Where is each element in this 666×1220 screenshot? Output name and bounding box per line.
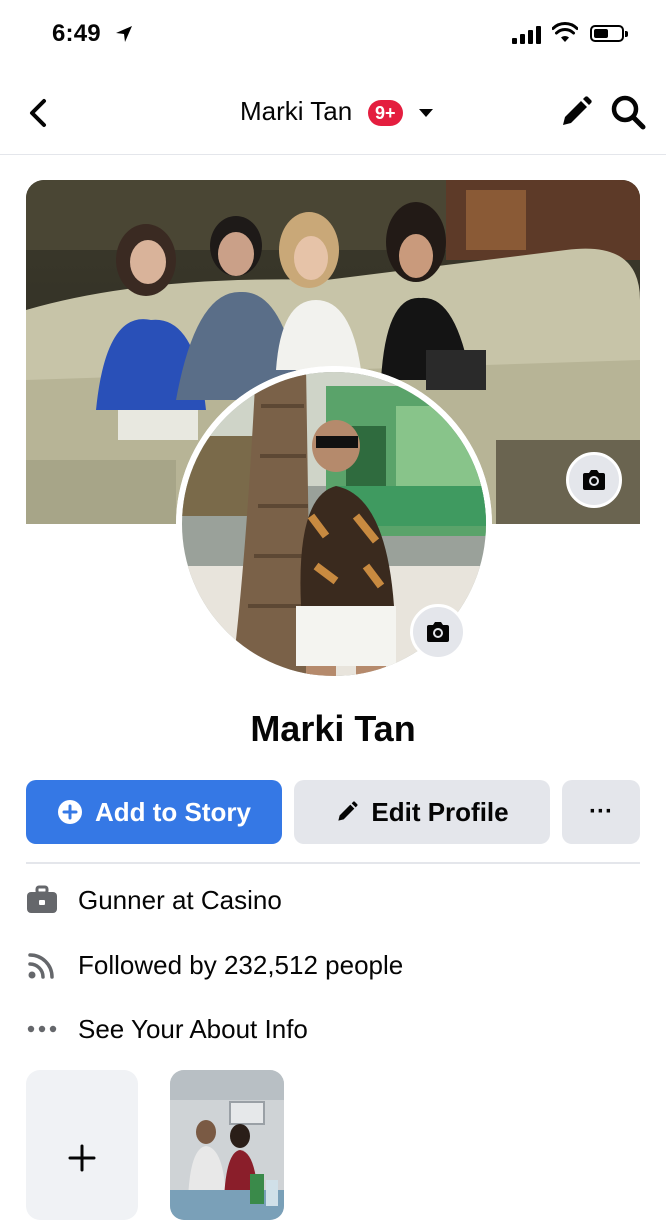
edit-profile-button[interactable]: Edit Profile (294, 780, 550, 844)
camera-icon (427, 622, 449, 642)
edit-profile-label: Edit Profile (371, 796, 509, 827)
plus-icon (68, 1144, 96, 1172)
back-button[interactable] (22, 95, 58, 131)
more-options-button[interactable]: ··· (562, 780, 640, 844)
profile-name: Marki Tan (250, 708, 416, 749)
profile-picture-camera-button[interactable] (410, 604, 466, 660)
header-divider (0, 154, 666, 155)
notification-badge: 9+ (368, 100, 403, 126)
wifi-icon (552, 22, 578, 42)
battery-icon (590, 25, 628, 42)
location-arrow-icon (116, 26, 132, 42)
info-about-text: See Your About Info (78, 1013, 308, 1044)
add-to-story-label: Add to Story (95, 796, 251, 827)
cover-photo-camera-button[interactable] (566, 452, 622, 508)
cellular-signal-icon (512, 26, 542, 44)
edit-pencil-button[interactable] (558, 94, 594, 130)
status-time: 6:49 (52, 20, 101, 47)
section-divider (26, 862, 640, 864)
highlight-thumbnail[interactable] (170, 1070, 284, 1220)
more-options-label: ··· (589, 798, 613, 825)
dropdown-caret-icon[interactable] (416, 106, 436, 120)
search-button[interactable] (608, 92, 648, 132)
plus-circle-icon (58, 800, 82, 824)
highlight-thumbnail-image (170, 1070, 284, 1220)
rss-icon (28, 953, 54, 979)
camera-icon (583, 470, 605, 490)
info-followers-text: Followed by 232,512 people (78, 949, 404, 980)
add-to-story-button[interactable]: Add to Story (26, 780, 282, 844)
info-row-work[interactable]: Gunner at Casino (26, 880, 640, 920)
add-highlight-card[interactable] (26, 1070, 138, 1220)
briefcase-icon (27, 885, 57, 913)
info-row-about[interactable]: See Your About Info (26, 1009, 640, 1049)
info-work-text: Gunner at Casino (78, 884, 282, 915)
header-title: Marki Tan (240, 96, 353, 126)
info-row-followers[interactable]: Followed by 232,512 people (26, 945, 640, 985)
pencil-icon (338, 801, 358, 821)
more-dots-icon (27, 1025, 57, 1033)
